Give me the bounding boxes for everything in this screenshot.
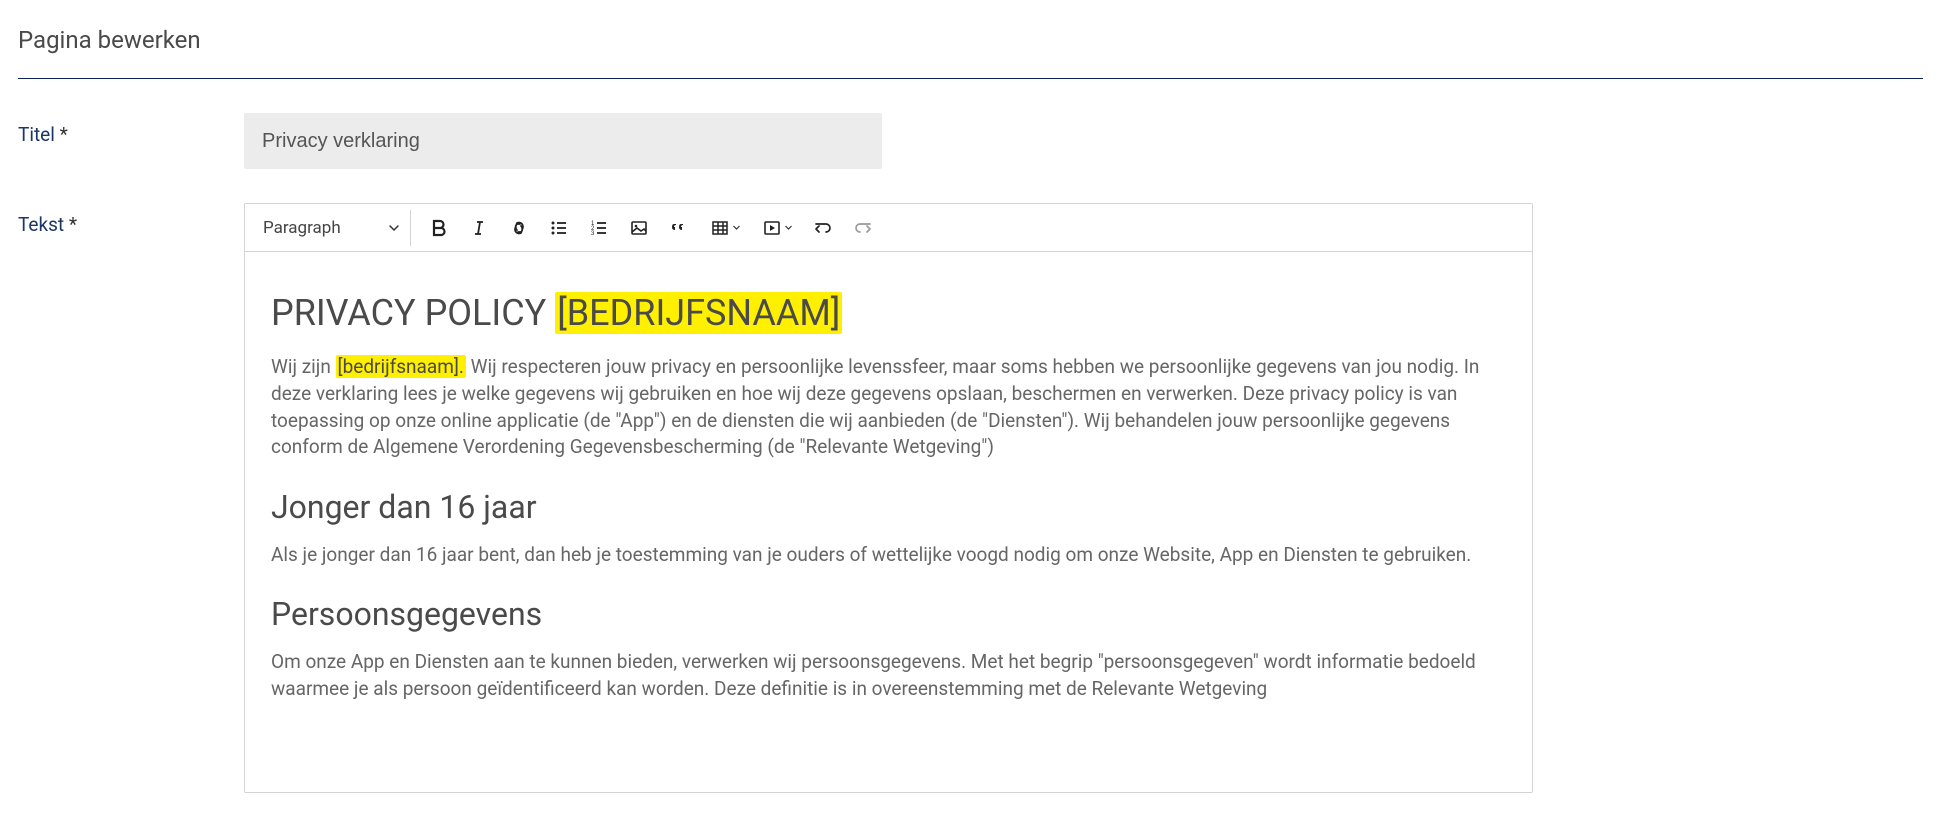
h1-prefix: PRIVACY POLICY [271, 292, 555, 334]
redo-button[interactable] [845, 210, 881, 246]
title-input[interactable] [244, 113, 882, 169]
h1-highlight: [BEDRIJFSNAAM] [555, 292, 842, 334]
title-required-mark: * [60, 123, 68, 146]
block-format-select[interactable]: Paragraph [251, 210, 411, 246]
p1-highlight: [bedrijfsnaam]. [336, 355, 466, 378]
table-button[interactable] [701, 210, 749, 246]
italic-button[interactable] [461, 210, 497, 246]
blockquote-button[interactable] [661, 210, 697, 246]
content-paragraph-1: Wij zijn [bedrijfsnaam]. Wij respecteren… [271, 354, 1506, 460]
text-label: Tekst * [18, 203, 244, 236]
title-label: Titel * [18, 113, 244, 146]
content-heading-2b: Persoonsgegevens [271, 592, 1506, 637]
link-button[interactable] [501, 210, 537, 246]
p1-prefix: Wij zijn [271, 355, 336, 378]
rich-text-editor: Paragraph [244, 203, 1533, 793]
text-row: Tekst * Paragraph [18, 203, 1923, 793]
svg-text:3: 3 [591, 231, 595, 237]
divider [18, 78, 1923, 79]
content-paragraph-3: Om onze App en Diensten aan te kunnen bi… [271, 649, 1506, 702]
block-format-label: Paragraph [263, 218, 341, 238]
media-button[interactable] [753, 210, 801, 246]
text-label-text: Tekst [18, 213, 64, 236]
content-paragraph-2: Als je jonger dan 16 jaar bent, dan heb … [271, 542, 1506, 569]
image-button[interactable] [621, 210, 657, 246]
content-heading-2a: Jonger dan 16 jaar [271, 485, 1506, 530]
chevron-down-icon [784, 223, 793, 232]
page-title: Pagina bewerken [18, 26, 1923, 54]
bullet-list-button[interactable] [541, 210, 577, 246]
title-label-text: Titel [18, 123, 55, 146]
text-required-mark: * [69, 213, 77, 236]
content-heading-1: PRIVACY POLICY [BEDRIJFSNAAM] [271, 288, 1506, 338]
chevron-down-icon [732, 223, 741, 232]
numbered-list-button[interactable]: 1 2 3 [581, 210, 617, 246]
editor-content[interactable]: PRIVACY POLICY [BEDRIJFSNAAM] Wij zijn [… [245, 252, 1532, 792]
bold-button[interactable] [421, 210, 457, 246]
title-row: Titel * [18, 113, 1923, 169]
undo-button[interactable] [805, 210, 841, 246]
editor-toolbar: Paragraph [245, 204, 1532, 252]
chevron-down-icon [388, 222, 400, 234]
